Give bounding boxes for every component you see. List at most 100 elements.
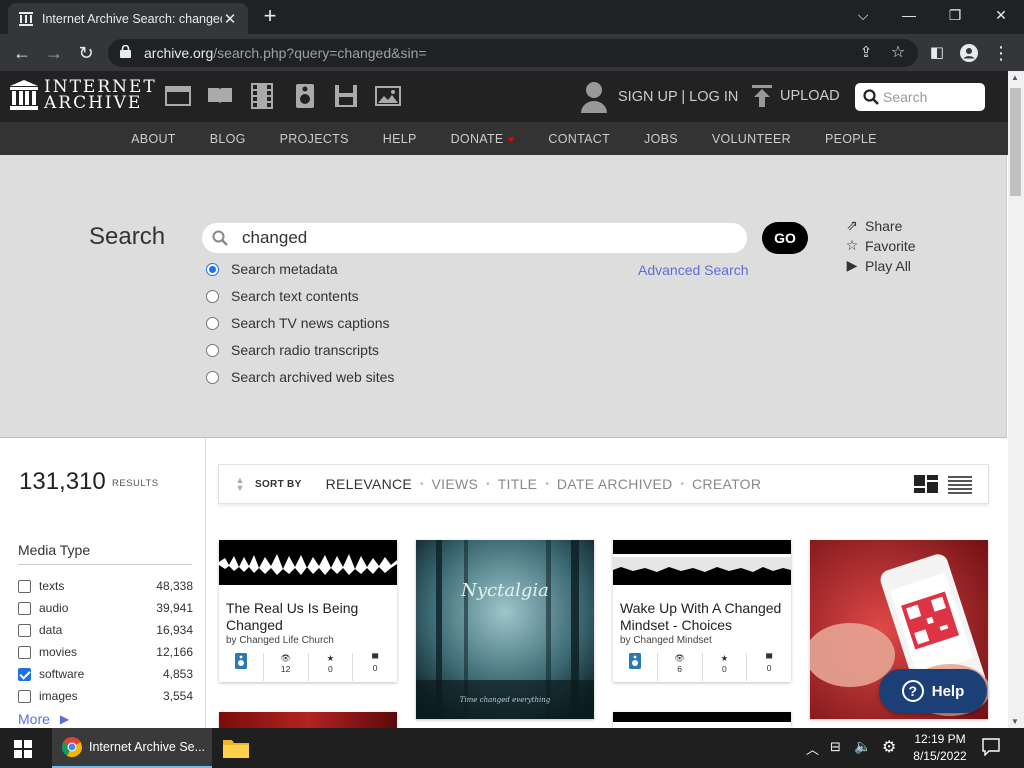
upload-link[interactable]: UPLOAD xyxy=(752,85,840,107)
tile-title[interactable]: The Real Us Is Being Changed xyxy=(226,600,391,634)
bookmark-star-icon[interactable]: ☆ xyxy=(887,42,909,64)
main-search-input[interactable]: changed xyxy=(202,223,747,253)
result-tile[interactable]: Wake Up With A Changed Mindset - Choices… xyxy=(613,540,791,682)
scroll-down-arrow-icon[interactable]: ▼ xyxy=(1011,717,1019,726)
network-icon[interactable]: ⊟ xyxy=(830,739,841,755)
texts-icon[interactable] xyxy=(207,83,233,109)
result-tile[interactable]: Nyctalgia Time changed everything xyxy=(416,540,594,719)
close-tab-icon[interactable]: ✕ xyxy=(222,10,238,28)
radio-button[interactable] xyxy=(206,343,219,357)
eye-icon: 👁 xyxy=(674,653,686,663)
side-panel-icon[interactable]: ◧ xyxy=(926,42,948,64)
nav-jobs[interactable]: JOBS xyxy=(644,132,678,146)
radio-search-tv[interactable]: Search TV news captions xyxy=(206,315,390,331)
back-button[interactable]: ← xyxy=(11,42,33,64)
list-view-icon[interactable] xyxy=(948,476,972,497)
video-icon[interactable] xyxy=(249,83,275,109)
facet-software[interactable]: software 4,853 xyxy=(18,667,193,681)
radio-search-radio[interactable]: Search radio transcripts xyxy=(206,342,379,358)
more-facets-link[interactable]: More ▶ xyxy=(18,711,69,727)
browser-tab[interactable]: Internet Archive Search: changed ✕ xyxy=(8,3,248,34)
chrome-logo-icon xyxy=(62,737,82,757)
radio-search-web[interactable]: Search archived web sites xyxy=(206,369,394,385)
images-icon[interactable] xyxy=(375,83,401,109)
tile-title[interactable]: Wake Up With A Changed Mindset - Choices xyxy=(620,600,785,634)
nav-contact[interactable]: CONTACT xyxy=(548,132,610,146)
facet-data[interactable]: data 16,934 xyxy=(18,623,193,637)
minimize-button[interactable]: — xyxy=(886,0,932,32)
reload-button[interactable]: ↻ xyxy=(75,42,97,64)
facet-checkbox[interactable] xyxy=(18,689,31,703)
settings-gear-icon[interactable]: ⚙ xyxy=(882,737,896,757)
scroll-up-arrow-icon[interactable]: ▲ xyxy=(1011,73,1019,82)
facet-checkbox[interactable] xyxy=(18,667,31,681)
thumbnail-caption-text: Time changed everything xyxy=(459,696,551,704)
sort-date-archived[interactable]: DATE ARCHIVED xyxy=(557,476,673,492)
facet-movies[interactable]: movies 12,166 xyxy=(18,645,193,659)
tile-view-icon[interactable] xyxy=(914,475,938,496)
restore-button[interactable]: ❐ xyxy=(932,0,978,32)
stat-type xyxy=(613,653,657,681)
sort-relevance[interactable]: RELEVANCE xyxy=(326,476,412,492)
facet-label: audio xyxy=(39,601,69,615)
volume-icon[interactable]: 🔈 xyxy=(854,738,871,755)
chrome-menu-icon[interactable]: ⋮ xyxy=(990,42,1012,64)
facet-audio[interactable]: audio 39,941 xyxy=(18,601,193,615)
start-button[interactable] xyxy=(14,740,32,761)
nav-people[interactable]: PEOPLE xyxy=(825,132,877,146)
signup-login-link[interactable]: SIGN UP | LOG IN xyxy=(580,81,738,113)
results-count-label: RESULTS xyxy=(112,478,159,489)
share-page-icon[interactable]: ⇪ xyxy=(855,42,877,64)
advanced-search-link[interactable]: Advanced Search xyxy=(638,262,749,278)
tab-search-chevron-icon[interactable]: ⌵ xyxy=(840,0,886,32)
nav-volunteer[interactable]: VOLUNTEER xyxy=(712,132,791,146)
nav-projects[interactable]: PROJECTS xyxy=(280,132,349,146)
taskbar-chrome-app[interactable]: Internet Archive Se... xyxy=(52,728,212,768)
facet-checkbox[interactable] xyxy=(18,645,31,659)
tray-chevron-up-icon[interactable]: ︿ xyxy=(806,739,819,758)
radio-button[interactable] xyxy=(206,316,219,330)
help-button[interactable]: ? Help xyxy=(879,669,987,713)
favorite-link[interactable]: ☆ Favorite xyxy=(843,237,916,254)
notifications-icon[interactable] xyxy=(982,738,1000,759)
nav-donate[interactable]: DONATE ♥ xyxy=(451,132,515,146)
facet-texts[interactable]: texts 48,338 xyxy=(18,579,193,593)
nav-about[interactable]: ABOUT xyxy=(131,132,176,146)
share-link[interactable]: ⇗ Share xyxy=(843,217,902,234)
radio-search-text[interactable]: Search text contents xyxy=(206,288,359,304)
result-tile[interactable]: The Real Us Is Being Changed by Changed … xyxy=(219,540,397,682)
result-tile[interactable] xyxy=(613,712,791,728)
header-search-input[interactable]: Search xyxy=(855,83,985,111)
nav-blog[interactable]: BLOG xyxy=(210,132,246,146)
audio-icon[interactable] xyxy=(292,83,318,109)
nav-help[interactable]: HELP xyxy=(383,132,417,146)
facet-count: 16,934 xyxy=(156,623,193,637)
facet-checkbox[interactable] xyxy=(18,623,31,637)
profile-icon[interactable] xyxy=(958,42,980,64)
omnibox[interactable]: archive.org/search.php?query=changed&sin… xyxy=(108,39,918,67)
go-button[interactable]: GO xyxy=(762,222,808,254)
facet-label: software xyxy=(39,667,85,681)
facet-checkbox[interactable] xyxy=(18,601,31,615)
radio-button[interactable] xyxy=(206,289,219,303)
sort-title[interactable]: TITLE xyxy=(498,476,538,492)
file-explorer-app[interactable] xyxy=(223,738,249,761)
scrollbar-thumb[interactable] xyxy=(1010,88,1021,196)
web-icon[interactable] xyxy=(165,83,191,109)
facet-images[interactable]: images 3,554 xyxy=(18,689,193,703)
radio-button[interactable] xyxy=(206,370,219,384)
play-all-link[interactable]: ▶ Play All xyxy=(843,257,911,274)
system-clock[interactable]: 12:19 PM 8/15/2022 xyxy=(912,731,968,765)
sort-creator[interactable]: CREATOR xyxy=(692,476,761,492)
result-tile[interactable] xyxy=(219,712,397,728)
sort-views[interactable]: VIEWS xyxy=(432,476,479,492)
close-window-button[interactable]: ✕ xyxy=(978,0,1024,32)
new-tab-button[interactable]: + xyxy=(258,5,282,29)
separator-dot: • xyxy=(486,478,490,490)
facet-checkbox[interactable] xyxy=(18,579,31,593)
internet-archive-logo[interactable]: INTERNET ARCHIVE xyxy=(10,79,157,112)
radio-search-metadata[interactable]: Search metadata xyxy=(206,261,338,277)
software-icon[interactable] xyxy=(333,83,359,109)
forward-button[interactable]: → xyxy=(43,42,65,64)
radio-button[interactable] xyxy=(206,262,219,276)
